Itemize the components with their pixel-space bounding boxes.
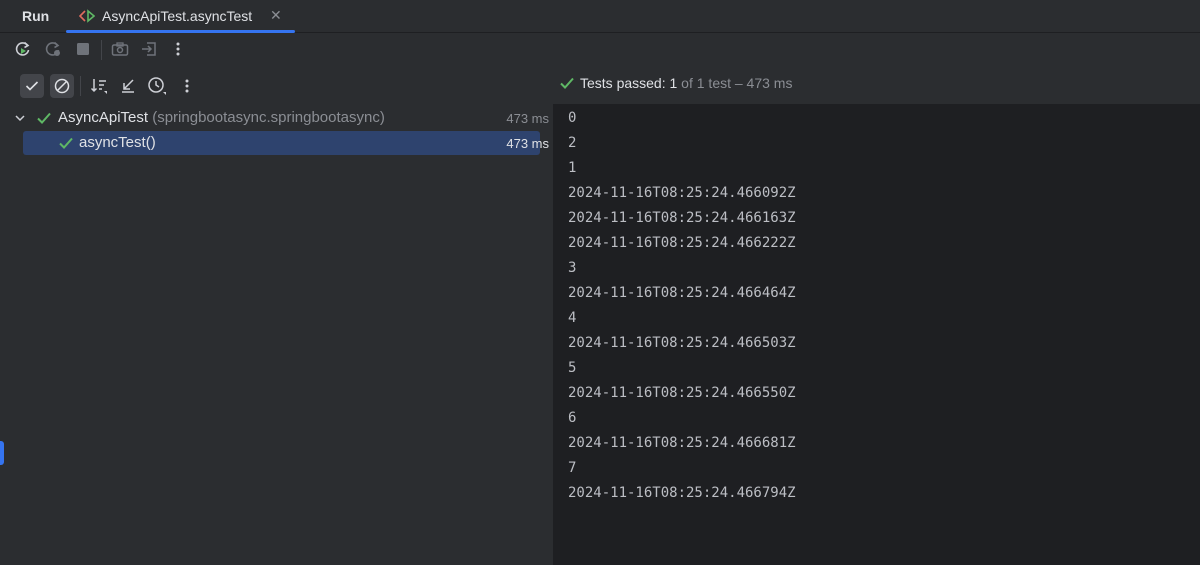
console-line: 2024-11-16T08:25:24.466794Z [568,485,796,501]
console-output[interactable]: 0 2 1 2024-11-16T08:25:24.466092Z 2024-1… [553,104,1200,565]
suite-time: 473 ms [506,111,549,126]
suite-name: AsyncApiTest [58,109,149,126]
rerun-icon[interactable] [13,39,33,59]
rerun-failed-icon[interactable] [43,39,63,59]
console-line: 1 [568,160,577,176]
console-line: 2024-11-16T08:25:24.466550Z [568,385,796,401]
run-config-icon [79,9,95,23]
passed-check-icon [59,137,73,149]
console-line: 2024-11-16T08:25:24.466163Z [568,210,796,226]
test-time: 473 ms [506,136,549,151]
more-vertical-icon[interactable] [177,76,197,96]
test-name: asyncTest() [79,134,156,151]
close-icon[interactable]: ✕ [270,7,282,24]
active-tab-indicator [66,30,295,33]
console-line: 2024-11-16T08:25:24.466681Z [568,435,796,451]
passed-check-icon [37,112,51,124]
tab-title: AsyncApiTest.asyncTest [102,8,253,24]
chevron-down-icon[interactable] [14,112,26,124]
console-line: 2024-11-16T08:25:24.466222Z [568,235,796,251]
console-line: 3 [568,260,577,276]
tree-row-test[interactable]: asyncTest() 473 ms [0,131,553,155]
more-vertical-icon[interactable] [168,39,188,59]
status-count: 1 [669,75,678,91]
exit-icon[interactable] [139,39,159,59]
console-line: 0 [568,110,577,126]
show-ignored-icon [54,78,70,94]
show-passed-toggle[interactable] [20,74,44,98]
console-line: 2024-11-16T08:25:24.466503Z [568,335,796,351]
show-ignored-toggle[interactable] [50,74,74,98]
history-icon[interactable] [147,76,167,96]
show-passed-icon [25,81,39,91]
tab-async-api-test[interactable]: AsyncApiTest.asyncTest ✕ [66,0,295,33]
tree-row-suite[interactable]: AsyncApiTest (springbootasync.springboot… [0,106,553,130]
collapse-icon[interactable] [118,76,138,96]
console-line: 6 [568,410,577,426]
check-icon [560,77,574,89]
suite-package: (springbootasync.springbootasync) [152,109,385,126]
run-tool-window: Run AsyncApiTest.asyncTest ✕ Tests passe… [0,0,1200,565]
screenshot-icon[interactable] [110,39,130,59]
test-tree: AsyncApiTest (springbootasync.springboot… [0,104,553,565]
status-suffix: of 1 test – 473 ms [677,75,793,91]
console-line: 2 [568,135,577,151]
suite-label: AsyncApiTest (springbootasync.springboot… [58,109,385,126]
console-line: 7 [568,460,577,476]
toolbar-separator [80,76,81,96]
tool-window-title: Run [22,8,50,24]
toolbar-separator [101,40,102,60]
stop-icon[interactable] [73,39,93,59]
toolbar-actions [0,35,400,65]
test-status: Tests passed: 1 of 1 test – 473 ms [559,75,792,91]
status-prefix: Tests passed: [580,75,670,91]
test-toolbar: Tests passed: 1 of 1 test – 473 ms [0,70,1200,102]
console-line: 4 [568,310,577,326]
console-line: 5 [568,360,577,376]
tab-bar: Run AsyncApiTest.asyncTest ✕ [0,0,1200,33]
console-line: 2024-11-16T08:25:24.466092Z [568,185,796,201]
sort-icon[interactable] [89,76,109,96]
side-panel-marker[interactable] [0,441,4,465]
console-line: 2024-11-16T08:25:24.466464Z [568,285,796,301]
